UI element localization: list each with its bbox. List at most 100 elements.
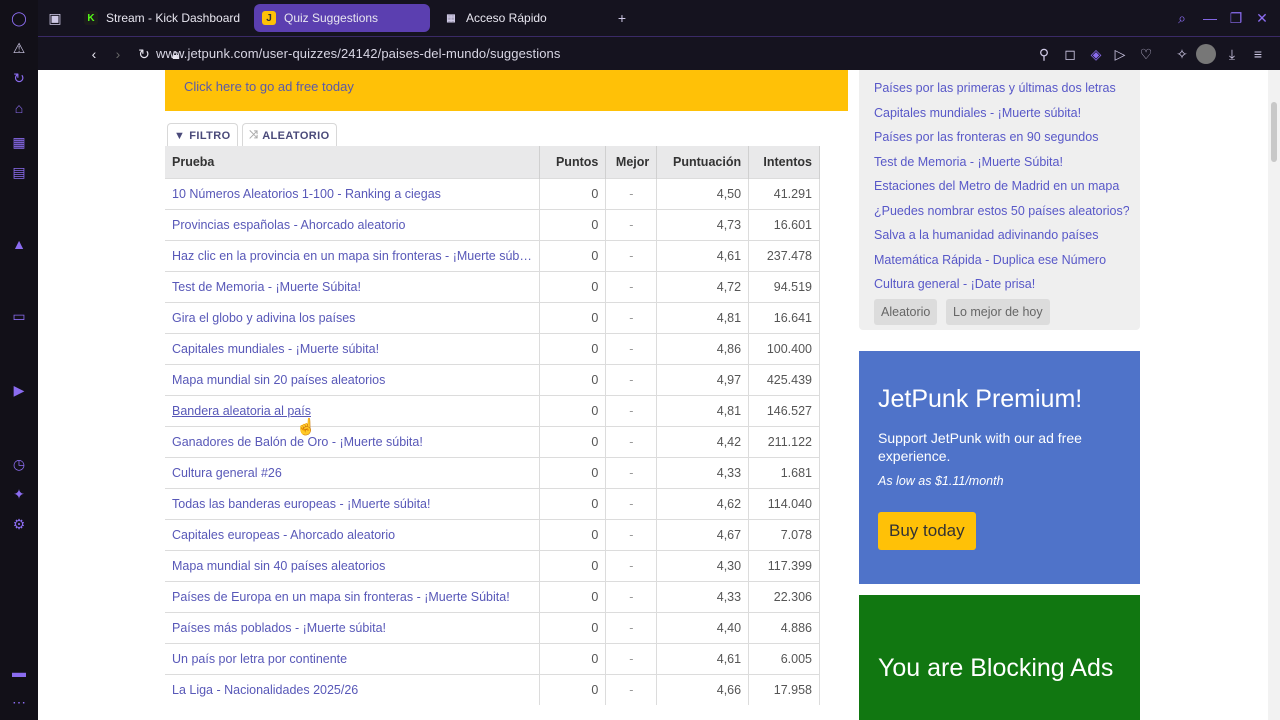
header-mejor[interactable]: Mejor	[605, 146, 658, 178]
table-row[interactable]: Países más poblados - ¡Muerte súbita! 0-4…	[165, 611, 820, 643]
table-row[interactable]: Capitales europeas - Ahorcado aleatorio 0…	[165, 518, 820, 550]
workspace-icon[interactable]: ▣	[45, 8, 65, 28]
pin-icon[interactable]: ⚲	[1034, 44, 1054, 64]
opera-logo-icon[interactable]: ◯	[9, 8, 29, 28]
quiz-title[interactable]: Provincias españolas - Ahorcado aleatori…	[172, 218, 532, 232]
table-row[interactable]: Bandera aleatoria al país 0-4,81 146.527	[165, 394, 820, 426]
more-icon[interactable]: ⋯	[9, 692, 29, 712]
table-row[interactable]: 10 Números Aleatorios 1-100 - Ranking a …	[165, 177, 820, 209]
sidebar-quiz-link[interactable]: Cultura general - ¡Date prisa!	[874, 277, 1129, 291]
maximize-icon[interactable]: ❐	[1226, 8, 1246, 28]
back-icon[interactable]: ‹	[84, 44, 104, 64]
table-row[interactable]: Haz clic en la provincia en un mapa sin …	[165, 239, 820, 271]
heart-icon[interactable]: ♡	[1136, 44, 1156, 64]
table-row[interactable]: Países de Europa en un mapa sin frontera…	[165, 580, 820, 612]
tab-acceso-rapido[interactable]: ▦ Acceso Rápido	[436, 4, 606, 32]
table-row[interactable]: Ganadores de Balón de Oro - ¡Muerte súbi…	[165, 425, 820, 457]
tab-aleatorio[interactable]: ⤨ ALEATORIO	[242, 123, 337, 147]
header-puntos[interactable]: Puntos	[539, 146, 607, 178]
quiz-link[interactable]: Cultura general #26	[165, 456, 541, 488]
quiz-title[interactable]: Gira el globo y adivina los países	[172, 311, 532, 325]
quiz-link[interactable]: 10 Números Aleatorios 1-100 - Ranking a …	[165, 177, 541, 209]
quiz-title[interactable]: Capitales mundiales - ¡Muerte súbita!	[172, 342, 532, 356]
tab-quiz-suggestions[interactable]: J Quiz Suggestions	[254, 4, 430, 32]
quiz-link[interactable]: Test de Memoria - ¡Muerte Súbita!	[165, 270, 541, 302]
play-icon[interactable]: ▷	[1110, 44, 1130, 64]
quiz-link[interactable]: Bandera aleatoria al país	[165, 394, 541, 426]
new-tab-button[interactable]: +	[612, 8, 632, 28]
scrollbar-thumb[interactable]	[1271, 102, 1277, 162]
quiz-title[interactable]: Ganadores de Balón de Oro - ¡Muerte súbi…	[172, 435, 532, 449]
table-row[interactable]: Cultura general #26 0-4,33 1.681	[165, 456, 820, 488]
warning-icon[interactable]: ⚠	[9, 38, 29, 58]
quiz-title[interactable]: Mapa mundial sin 20 países aleatorios	[172, 373, 532, 387]
table-row[interactable]: Todas las banderas europeas - ¡Muerte sú…	[165, 487, 820, 519]
quiz-link[interactable]: Un país por letra por continente	[165, 642, 541, 674]
extensions-icon[interactable]: ✧	[1172, 44, 1192, 64]
quiz-title[interactable]: Países más poblados - ¡Muerte súbita!	[172, 621, 532, 635]
close-icon[interactable]: ✕	[1252, 8, 1272, 28]
avatar[interactable]	[1196, 44, 1216, 64]
table-row[interactable]: Gira el globo y adivina los países 0-4,81…	[165, 301, 820, 333]
quiz-title[interactable]: Bandera aleatoria al país	[172, 404, 532, 418]
scrollbar[interactable]	[1268, 70, 1280, 720]
quiz-title[interactable]: 10 Números Aleatorios 1-100 - Ranking a …	[172, 187, 532, 201]
sidebar-quiz-link[interactable]: Países por las primeras y últimas dos le…	[874, 81, 1129, 95]
sidebar-quiz-link[interactable]: Matemática Rápida - Duplica ese Número	[874, 253, 1129, 267]
table-row[interactable]: Un país por letra por continente 0-4,61 6.…	[165, 642, 820, 674]
quiz-link[interactable]: Gira el globo y adivina los países	[165, 301, 541, 333]
sidebar-quiz-link[interactable]: Estaciones del Metro de Madrid en un map…	[874, 179, 1129, 193]
aleatorio-button[interactable]: Aleatorio	[874, 299, 938, 325]
header-prueba[interactable]: Prueba	[165, 146, 541, 178]
table-row[interactable]: La Liga - Nacionalidades 2025/26 0-4,66 17…	[165, 673, 820, 705]
table-row[interactable]: Provincias españolas - Ahorcado aleatori…	[165, 208, 820, 240]
quiz-link[interactable]: Capitales mundiales - ¡Muerte súbita!	[165, 332, 541, 364]
lo-mejor-de-hoy-button[interactable]: Lo mejor de hoy	[946, 299, 1050, 325]
table-row[interactable]: Capitales mundiales - ¡Muerte súbita! 0-4…	[165, 332, 820, 364]
table-row[interactable]: Mapa mundial sin 20 países aleatorios 0-4…	[165, 363, 820, 395]
reload-icon[interactable]: ↻	[134, 44, 154, 64]
table-row[interactable]: Mapa mundial sin 40 países aleatorios 0-4…	[165, 549, 820, 581]
ad-free-banner[interactable]: Click here to go ad free today	[165, 70, 848, 111]
messenger-icon[interactable]: ▦	[9, 132, 29, 152]
minimize-icon[interactable]: —	[1200, 8, 1220, 28]
aria-icon[interactable]: ▲	[9, 234, 29, 254]
player-icon[interactable]: ▶	[9, 380, 29, 400]
sidebar-quiz-link[interactable]: Países por las fronteras en 90 segundos	[874, 130, 1129, 144]
toolbox-icon[interactable]: ⌂	[9, 98, 29, 118]
header-intentos[interactable]: Intentos	[748, 146, 820, 178]
snapshot-icon[interactable]: ◻	[1060, 44, 1080, 64]
tab-filtro[interactable]: ▼ FILTRO	[167, 123, 238, 147]
quiz-link[interactable]: Países de Europa en un mapa sin frontera…	[165, 580, 541, 612]
sidebar-quiz-link[interactable]: Capitales mundiales - ¡Muerte súbita!	[874, 106, 1129, 120]
extensions-sidebar-icon[interactable]: ✦	[9, 484, 29, 504]
table-row[interactable]: Test de Memoria - ¡Muerte Súbita! 0-4,72 9…	[165, 270, 820, 302]
quiz-title[interactable]: Capitales europeas - Ahorcado aleatorio	[172, 528, 532, 542]
sidebar-quiz-link[interactable]: Test de Memoria - ¡Muerte Súbita!	[874, 155, 1129, 169]
quiz-title[interactable]: Haz clic en la provincia en un mapa sin …	[172, 249, 532, 263]
quiz-title[interactable]: Test de Memoria - ¡Muerte Súbita!	[172, 280, 532, 294]
settings-icon[interactable]: ⚙	[9, 514, 29, 534]
sidebar-quiz-link[interactable]: ¿Puedes nombrar estos 50 países aleatori…	[874, 204, 1129, 218]
quiz-title[interactable]: Todas las banderas europeas - ¡Muerte sú…	[172, 497, 532, 511]
quiz-link[interactable]: Países más poblados - ¡Muerte súbita!	[165, 611, 541, 643]
sidebar-quiz-link[interactable]: Salva a la humanidad adivinando países	[874, 228, 1129, 242]
quiz-title[interactable]: Mapa mundial sin 40 países aleatorios	[172, 559, 532, 573]
sidebar-toggle-icon[interactable]: ▬	[9, 662, 29, 682]
quiz-title[interactable]: La Liga - Nacionalidades 2025/26	[172, 683, 532, 697]
twitch-icon[interactable]: ▭	[9, 306, 29, 326]
url-text[interactable]: www.jetpunk.com/user-quizzes/24142/paise…	[156, 46, 560, 61]
search-icon[interactable]: ⌕	[1172, 8, 1192, 28]
quiz-link[interactable]: Provincias españolas - Ahorcado aleatori…	[165, 208, 541, 240]
m-app-icon[interactable]: ▤	[9, 162, 29, 182]
tab-kick[interactable]: K Stream - Kick Dashboard	[76, 4, 248, 32]
quiz-title[interactable]: Un país por letra por continente	[172, 652, 532, 666]
header-puntuacion[interactable]: Puntuación	[656, 146, 750, 178]
quiz-link[interactable]: La Liga - Nacionalidades 2025/26	[165, 673, 541, 705]
vpn-icon[interactable]: ◈	[1086, 44, 1106, 64]
refresh-sidebar-icon[interactable]: ↻	[9, 68, 29, 88]
quiz-title[interactable]: Países de Europa en un mapa sin frontera…	[172, 590, 532, 604]
ad-free-text[interactable]: Click here to go ad free today	[184, 79, 354, 94]
buy-today-button[interactable]: Buy today	[878, 512, 976, 550]
quiz-link[interactable]: Todas las banderas europeas - ¡Muerte sú…	[165, 487, 541, 519]
